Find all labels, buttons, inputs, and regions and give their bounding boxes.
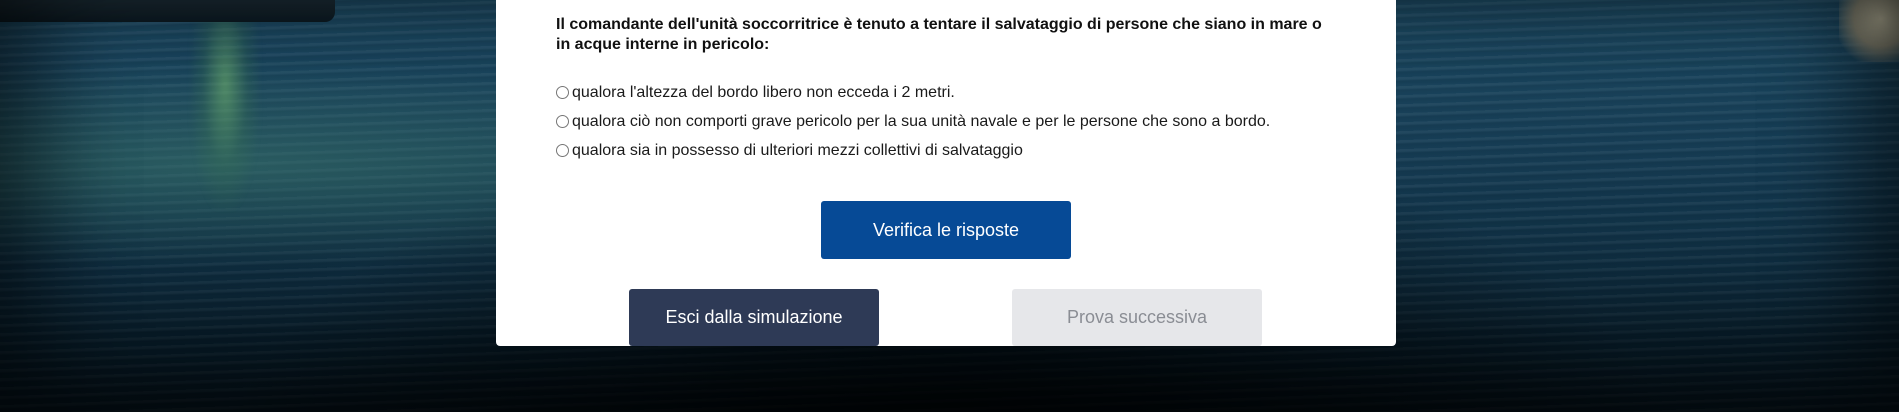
next-test-button[interactable]: Prova successiva bbox=[1012, 289, 1262, 346]
radio-button-1[interactable] bbox=[556, 86, 569, 99]
answer-option-label: qualora ciò non comporti grave pericolo … bbox=[572, 112, 1271, 130]
radio-button-3[interactable] bbox=[556, 144, 569, 157]
answer-option-1[interactable]: qualora l'altezza del bordo libero non e… bbox=[556, 78, 1356, 107]
exit-simulation-button[interactable]: Esci dalla simulazione bbox=[629, 289, 879, 346]
answer-options: qualora l'altezza del bordo libero non e… bbox=[556, 78, 1356, 165]
answer-option-label: qualora l'altezza del bordo libero non e… bbox=[572, 83, 955, 101]
answer-option-3[interactable]: qualora sia in possesso di ulteriori mez… bbox=[556, 136, 1356, 165]
question-text: Il comandante dell'unità soccorritrice è… bbox=[556, 16, 1322, 53]
quiz-panel: Il comandante dell'unità soccorritrice è… bbox=[496, 0, 1396, 346]
answer-option-2[interactable]: qualora ciò non comporti grave pericolo … bbox=[556, 107, 1356, 136]
verify-answers-button[interactable]: Verifica le risposte bbox=[821, 201, 1071, 259]
radio-button-2[interactable] bbox=[556, 115, 569, 128]
answer-option-label: qualora sia in possesso di ulteriori mez… bbox=[572, 141, 1023, 159]
